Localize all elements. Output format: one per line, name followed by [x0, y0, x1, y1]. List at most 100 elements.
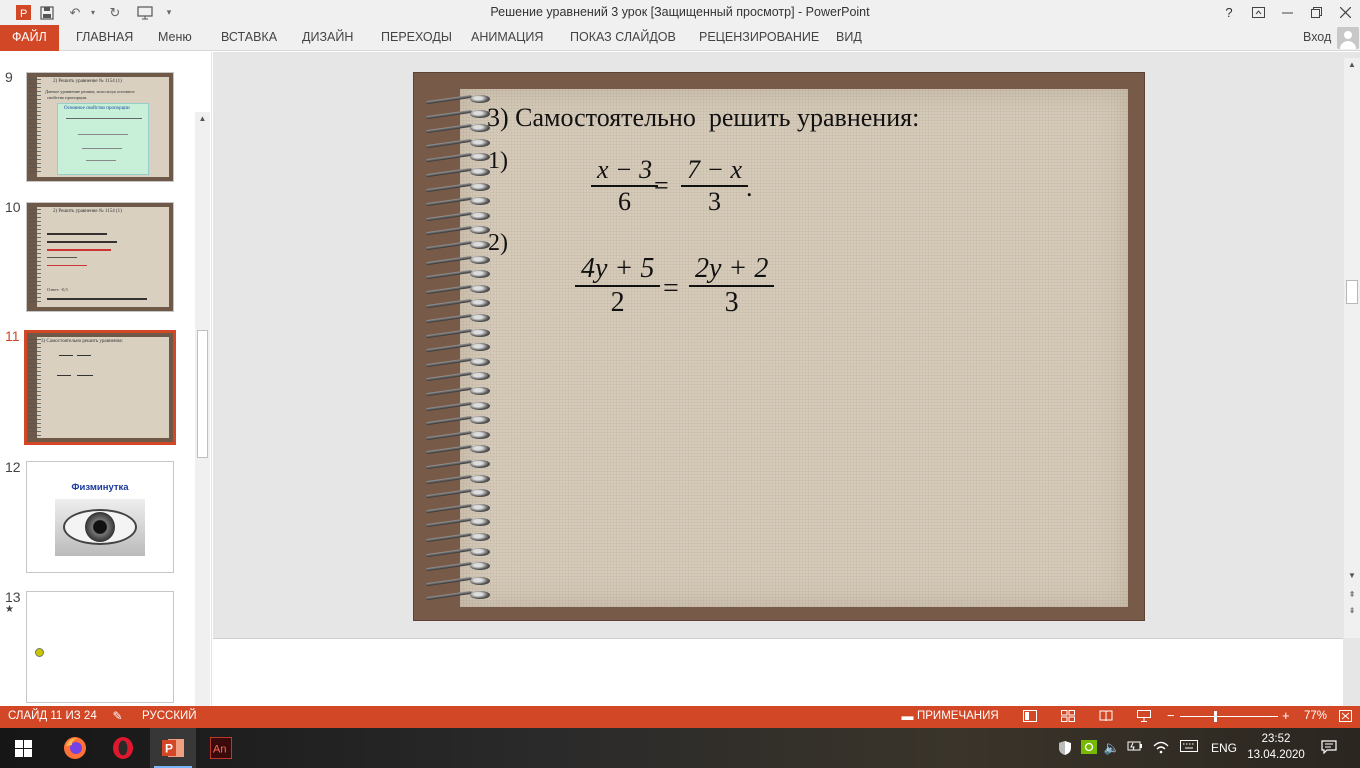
- scroll-thumb[interactable]: [197, 330, 208, 458]
- previous-slide-icon[interactable]: ⇞: [1344, 588, 1360, 602]
- opera-icon[interactable]: [100, 728, 146, 768]
- fit-to-window-icon[interactable]: [1338, 710, 1353, 723]
- minimize-icon[interactable]: [1276, 3, 1298, 22]
- power-icon[interactable]: [1126, 740, 1144, 756]
- spiral-ring: [424, 95, 492, 104]
- restore-icon[interactable]: [1305, 3, 1327, 22]
- tab-view[interactable]: ВИД: [834, 25, 864, 51]
- nvidia-icon[interactable]: [1080, 740, 1098, 756]
- scroll-thumb[interactable]: [1346, 280, 1358, 304]
- slide-thumbnail-9[interactable]: 2) Решить уравнение № 1154 (1) Данное ур…: [26, 72, 174, 182]
- normal-view-icon[interactable]: [1022, 710, 1037, 723]
- ribbon-tabs: ФАЙЛ ГЛАВНАЯ Меню ВСТАВКА ДИЗАЙН ПЕРЕХОД…: [0, 25, 1360, 51]
- zoom-level[interactable]: 77%: [1304, 710, 1327, 722]
- clock-date[interactable]: 13.04.2020: [1244, 749, 1308, 761]
- slide-thumbnail-10[interactable]: 2) Решить уравнение № 1154 (1) Ответ: -0…: [26, 202, 174, 312]
- spiral-ring: [424, 533, 492, 542]
- equation-1-lhs: x − 3 6: [591, 155, 659, 217]
- windows-start-icon[interactable]: [0, 728, 46, 768]
- equation-2-lhs-numerator: 4y + 5: [581, 253, 655, 284]
- spiral-ring: [424, 182, 492, 192]
- spiral-ring: [424, 241, 492, 250]
- spiral-ring: [424, 270, 492, 279]
- animate-icon[interactable]: An: [198, 728, 244, 768]
- editor-scrollbar[interactable]: ▲ ▼ ⇞ ⇟: [1344, 58, 1360, 638]
- next-slide-icon[interactable]: ⇟: [1344, 604, 1360, 618]
- slide-paper: [460, 89, 1128, 607]
- powerpoint-icon[interactable]: P: [150, 728, 196, 768]
- wifi-icon[interactable]: [1152, 740, 1170, 756]
- help-icon[interactable]: ?: [1218, 3, 1240, 22]
- tab-review[interactable]: РЕЦЕНЗИРОВАНИЕ: [697, 25, 821, 51]
- spiral-ring: [424, 343, 492, 352]
- thumbnails-scrollbar[interactable]: ▲ ▼: [195, 112, 210, 706]
- slide-number: 12: [5, 459, 21, 475]
- tab-design[interactable]: ДИЗАЙН: [300, 25, 355, 51]
- zoom-in-button[interactable]: +: [1282, 708, 1290, 723]
- firefox-icon[interactable]: [52, 728, 98, 768]
- keyboard-icon[interactable]: [1180, 740, 1198, 756]
- volume-muted-icon[interactable]: 🔈: [1103, 740, 1121, 756]
- equation-2-equals: =: [663, 273, 679, 304]
- current-slide[interactable]: 3) Самостоятельно решить уравнения: 1) x…: [413, 72, 1145, 621]
- spiral-ring: [424, 591, 492, 600]
- tab-home[interactable]: ГЛАВНАЯ: [74, 25, 135, 51]
- slideshow-view-icon[interactable]: [1136, 710, 1151, 723]
- zoom-slider-knob[interactable]: [1214, 711, 1217, 722]
- notes-button[interactable]: ПРИМЕЧАНИЯ: [917, 710, 999, 722]
- slide-number: 13: [5, 589, 21, 605]
- notifications-icon[interactable]: [1320, 740, 1338, 756]
- equation-1-lhs-numerator: x − 3: [597, 155, 653, 184]
- zoom-slider-track[interactable]: [1180, 716, 1278, 717]
- language-indicator[interactable]: РУССКИЙ: [142, 710, 197, 722]
- spiral-ring: [424, 138, 492, 148]
- spiral-ring: [424, 284, 492, 294]
- zoom-out-button[interactable]: −: [1167, 708, 1175, 723]
- equation-1-period: .: [746, 173, 753, 202]
- slide-counter[interactable]: СЛАЙД 11 ИЗ 24: [8, 710, 97, 722]
- user-avatar[interactable]: [1337, 27, 1359, 49]
- tab-transitions[interactable]: ПЕРЕХОДЫ: [379, 25, 454, 51]
- spelling-check-icon[interactable]: ✎: [110, 710, 125, 723]
- sign-in-link[interactable]: Вход: [1303, 25, 1331, 50]
- spiral-ring: [424, 445, 492, 454]
- slide-thumbnail-12[interactable]: Физминутка: [26, 461, 174, 573]
- security-shield-icon[interactable]: [1056, 740, 1074, 756]
- scroll-up-icon[interactable]: ▲: [1344, 58, 1360, 72]
- window-title: Решение уравнений 3 урок [Защищенный про…: [490, 5, 870, 19]
- proportion-box: Основное свойство пропорции: [57, 103, 149, 175]
- spiral-ring: [424, 314, 492, 323]
- reading-view-icon[interactable]: [1098, 710, 1113, 723]
- slide-number: 11: [5, 328, 20, 344]
- clock-time[interactable]: 23:52: [1250, 733, 1302, 745]
- scroll-down-icon[interactable]: ▼: [1344, 569, 1360, 583]
- slide-thumbnail-11[interactable]: 3) Самостоятельно решить уравнения:: [24, 330, 176, 445]
- ribbon-display-options-icon[interactable]: [1247, 3, 1269, 22]
- notes-icon[interactable]: ▬: [900, 710, 915, 723]
- tab-insert[interactable]: ВСТАВКА: [219, 25, 279, 51]
- spiral-ring: [424, 299, 492, 308]
- tab-menu[interactable]: Меню: [156, 25, 194, 51]
- title-bar: P ↶ ▾ ↻ ▾ Решение уравнений 3 урок [Защи…: [0, 0, 1360, 25]
- equation-2-rhs-denominator: 3: [724, 286, 739, 318]
- slide-title[interactable]: 3) Самостоятельно решить уравнения:: [487, 103, 919, 133]
- slide-number: 9: [5, 69, 13, 85]
- spiral-ring: [424, 124, 492, 133]
- input-language[interactable]: ENG: [1211, 741, 1237, 755]
- spiral-ring: [424, 226, 492, 235]
- tab-animations[interactable]: АНИМАЦИЯ: [469, 25, 545, 51]
- windows-taskbar: P An 🔈 ENG 23:52 13.04.2020: [0, 728, 1360, 768]
- notes-area[interactable]: [213, 638, 1343, 706]
- equation-1-label: 1): [488, 148, 508, 174]
- slide-sorter-icon[interactable]: [1060, 710, 1075, 723]
- slide-thumbnail-13[interactable]: [26, 591, 174, 703]
- equation-2-label: 2): [488, 230, 508, 256]
- equation-2-rhs-numerator: 2y + 2: [695, 253, 769, 284]
- tab-slideshow[interactable]: ПОКАЗ СЛАЙДОВ: [568, 25, 678, 51]
- notebook-spiral: [424, 95, 494, 605]
- close-icon[interactable]: [1334, 3, 1356, 22]
- tab-file[interactable]: ФАЙЛ: [0, 25, 59, 51]
- spiral-ring: [424, 416, 492, 425]
- spiral-ring: [424, 562, 492, 571]
- scroll-up-icon[interactable]: ▲: [195, 112, 210, 126]
